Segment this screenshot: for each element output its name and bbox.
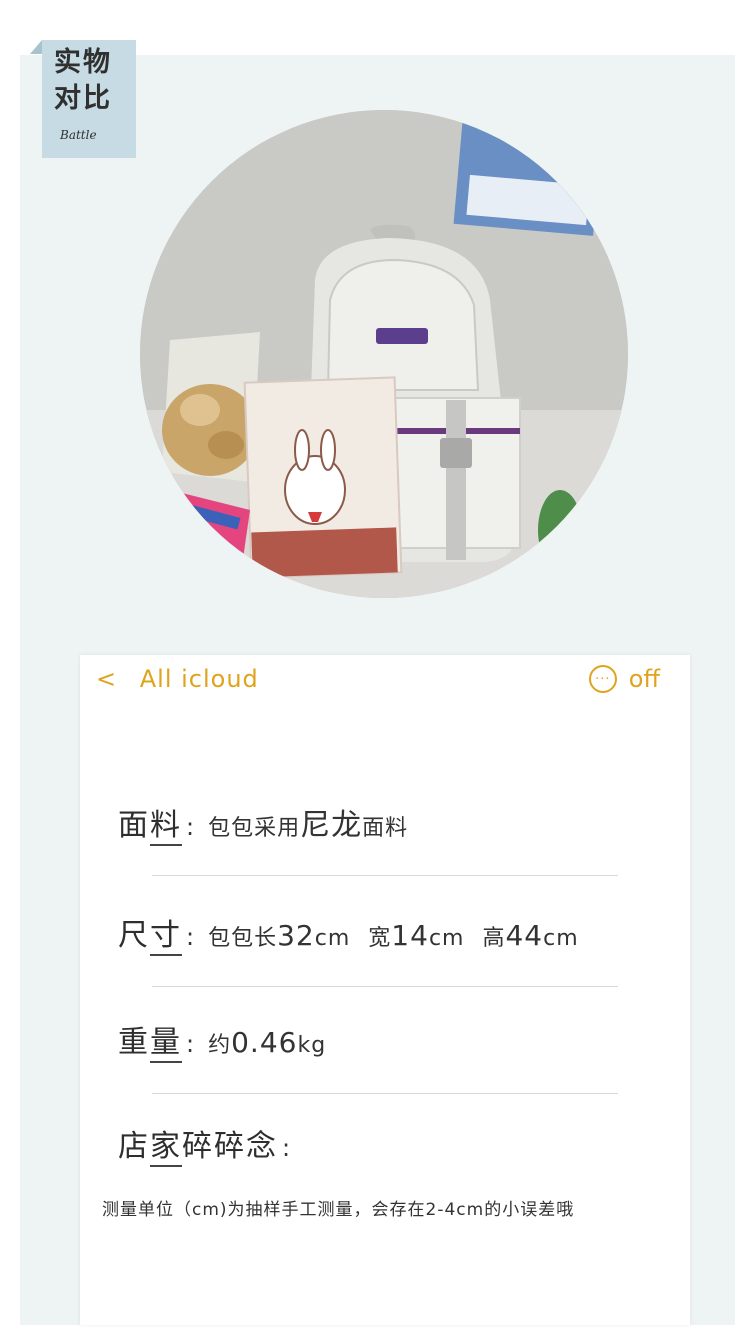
size-length-unit: cm <box>314 926 351 951</box>
tag-line-1: 实物 <box>54 47 112 78</box>
weight-row: 重量 : 约0.46kg <box>118 1017 326 1063</box>
fabric-value-prefix: 包包采用 <box>208 816 301 841</box>
size-height-prefix: 高 <box>482 926 506 951</box>
more-dots-icon: ··· <box>588 665 617 693</box>
weight-prefix: 约 <box>208 1033 232 1058</box>
size-colon: : <box>186 923 195 951</box>
weight-label: 重量 <box>118 1017 182 1063</box>
weight-colon: : <box>186 1030 195 1058</box>
fabric-label: 面料 <box>118 800 182 846</box>
size-label: 尺寸 <box>118 910 182 956</box>
fabric-row: 面料 : 包包采用尼龙面料 <box>118 800 408 846</box>
divider <box>152 1093 618 1094</box>
back-label: All icloud <box>139 665 259 693</box>
size-value: 包包长32cm 宽14cm 高44cm <box>208 919 579 952</box>
divider <box>152 986 618 987</box>
fabric-value-suffix: 面料 <box>362 816 409 841</box>
back-arrow-icon: < <box>96 665 118 693</box>
measurement-note: 测量单位（cm)为抽样手工测量，会存在2-4cm的小误差哦 <box>102 1200 575 1220</box>
size-label-b: 寸 <box>150 918 182 956</box>
product-photo <box>140 110 628 598</box>
notes-label-c: 碎碎念 <box>182 1129 278 1164</box>
size-width-prefix: 宽 <box>368 926 392 951</box>
info-card: < All icloud ··· off 面料 : 包包采用尼龙面料 尺寸 : … <box>80 655 690 1325</box>
notes-label: 店家碎碎念 <box>118 1121 278 1167</box>
tag-line-2: 对比 <box>54 83 112 114</box>
notes-label-b: 家 <box>150 1129 182 1167</box>
size-length-value: 32 <box>277 919 315 952</box>
more-button[interactable]: ··· off <box>588 665 660 693</box>
size-label-a: 尺 <box>118 918 150 953</box>
size-height-unit: cm <box>543 926 579 951</box>
size-height-value: 44 <box>505 919 544 952</box>
fabric-value: 包包采用尼龙面料 <box>208 800 408 844</box>
size-width-unit: cm <box>428 926 465 951</box>
size-row: 尺寸 : 包包长32cm 宽14cm 高44cm <box>118 910 579 956</box>
fabric-label-a: 面 <box>118 808 150 843</box>
size-width-value: 14 <box>391 919 429 952</box>
notes-label-a: 店 <box>118 1129 150 1164</box>
notes-row: 店家碎碎念 : <box>118 1121 304 1167</box>
back-button[interactable]: < All icloud <box>96 665 259 693</box>
more-label: off <box>628 665 660 693</box>
weight-value: 约0.46kg <box>208 1026 326 1059</box>
corner-tag: 实物 对比 Battle <box>42 40 136 158</box>
fabric-colon: : <box>186 813 195 841</box>
weight-label-b: 量 <box>150 1025 182 1063</box>
fabric-label-b: 料 <box>150 808 182 846</box>
divider <box>152 875 618 876</box>
weight-number: 0.46 <box>231 1026 298 1059</box>
tag-subtitle: Battle <box>60 128 97 142</box>
size-length-prefix: 包包长 <box>208 926 278 951</box>
fabric-value-emph: 尼龙 <box>300 808 363 843</box>
weight-label-a: 重 <box>118 1025 150 1060</box>
notes-colon: : <box>282 1134 291 1162</box>
weight-unit: kg <box>297 1033 327 1058</box>
tag-fold <box>30 40 42 54</box>
